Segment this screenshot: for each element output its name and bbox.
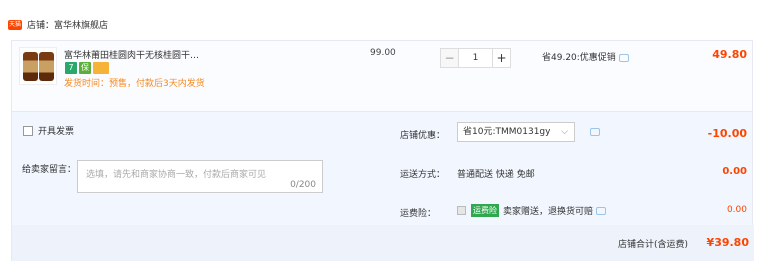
product-thumbnail[interactable]: [19, 47, 57, 85]
coupon-discount: -10.00: [707, 127, 747, 140]
product-jar-image: [39, 52, 54, 81]
divider: [387, 112, 388, 225]
seven-day-return-icon[interactable]: 7: [65, 62, 77, 74]
shop-header: 天猫 店铺：富华林旗舰店: [0, 0, 768, 40]
memo-label: 给卖家留言：: [22, 165, 77, 175]
quantity-input[interactable]: 1: [459, 48, 492, 68]
shipping-method: 普通配送 快递 免邮: [457, 170, 535, 180]
invoice-label: 开具发票: [38, 127, 75, 137]
memo-placeholder: 选填，请先和商家协商一致，付款后商家可见: [86, 170, 267, 180]
quantity-stepper: − 1 +: [440, 48, 511, 68]
invoice-checkbox[interactable]: [23, 125, 33, 136]
coupon-label: 店铺优惠：: [400, 131, 446, 141]
item-subtotal: 49.80: [712, 48, 747, 61]
tmall-badge-icon: 天猫: [8, 20, 22, 30]
coupon-value: 省10元:TMM0131gy: [463, 127, 551, 137]
chat-icon[interactable]: [590, 128, 600, 136]
insurance-text: 卖家赠送，退换货可赔: [503, 207, 594, 217]
memo-textarea[interactable]: 选填，请先和商家协商一致，付款后商家可见 0/200: [77, 160, 323, 193]
order-options-panel: 开具发票 给卖家留言： 选填，请先和商家协商一致，付款后商家可见 0/200 店…: [11, 112, 754, 261]
credit-card-icon[interactable]: [93, 62, 109, 74]
quantity-increase-button[interactable]: +: [492, 48, 511, 68]
shop-name-link[interactable]: 店铺：富华林旗舰店: [27, 18, 108, 31]
promotion-text: 省49.20:优惠促销: [542, 53, 616, 63]
promotion-info: 省49.20:优惠促销: [542, 50, 629, 63]
shipping-label: 运送方式：: [400, 170, 446, 180]
unit-price: 99.00: [370, 48, 396, 58]
insurance-fee: 0.00: [726, 205, 747, 215]
help-icon[interactable]: [596, 206, 607, 215]
insurance-checkbox: [457, 206, 466, 215]
coupon-select[interactable]: 省10元:TMM0131gy ⌵: [457, 122, 575, 142]
cart-item-row: 富华林莆田桂圆肉干无核桂圆干… 7保 发货时间：预售，付款后3天内发货 99.0…: [11, 40, 753, 112]
shop-total-label: 店铺合计(含运费): [618, 240, 689, 250]
insurance-badge: 运费险: [471, 204, 499, 217]
guarantee-icon[interactable]: 保: [79, 62, 91, 74]
product-title-link[interactable]: 富华林莆田桂圆肉干无核桂圆干…: [64, 48, 214, 61]
shipping-fee: 0.00: [722, 166, 747, 177]
invoice-option[interactable]: 开具发票: [23, 124, 74, 137]
chat-icon[interactable]: [618, 53, 629, 62]
insurance-option: 运费险 卖家赠送，退换货可赔: [457, 204, 607, 217]
memo-char-count: 0/200: [290, 180, 316, 190]
shop-total-bar: 店铺合计(含运费) ¥39.80: [12, 225, 754, 261]
service-icons: 7保: [65, 62, 111, 75]
quantity-decrease-button[interactable]: −: [440, 48, 459, 68]
insurance-label: 运费险：: [400, 209, 437, 219]
chevron-down-icon: ⌵: [561, 127, 568, 137]
shop-total-value: ¥39.80: [706, 236, 749, 249]
shipping-time-note: 发货时间：预售，付款后3天内发货: [64, 79, 205, 89]
product-jar-image: [23, 52, 38, 81]
